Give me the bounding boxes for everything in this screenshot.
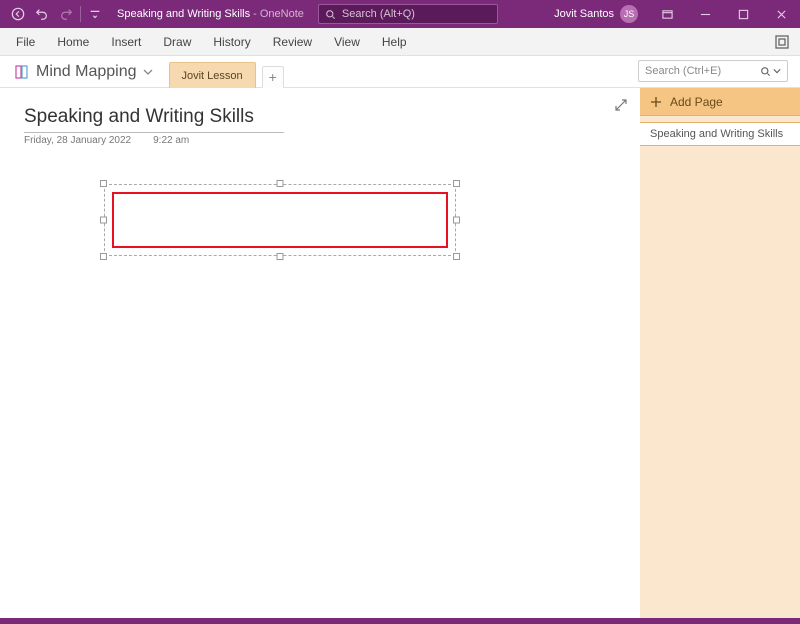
app-name-suffix: - OneNote <box>250 8 304 20</box>
menu-review[interactable]: Review <box>273 35 312 49</box>
menu-home[interactable]: Home <box>57 35 89 49</box>
resize-handle-bl[interactable] <box>100 253 107 260</box>
resize-handle-tm[interactable] <box>277 180 284 187</box>
chevron-down-icon <box>143 67 153 77</box>
selected-object-container[interactable] <box>100 180 460 260</box>
chevron-down-icon <box>773 67 781 75</box>
ribbon-display-button[interactable] <box>648 0 686 28</box>
menu-bar: File Home Insert Draw History Review Vie… <box>0 28 800 56</box>
page-search-input[interactable]: Search (Ctrl+E) <box>638 60 788 82</box>
page-list-item-label: Speaking and Writing Skills <box>650 128 783 140</box>
notebook-name: Mind Mapping <box>36 63 137 81</box>
resize-handle-br[interactable] <box>453 253 460 260</box>
collapse-ribbon-button[interactable] <box>774 34 790 50</box>
search-icon <box>760 66 771 77</box>
menu-history[interactable]: History <box>213 35 250 49</box>
menu-insert[interactable]: Insert <box>111 35 141 49</box>
window-title: Speaking and Writing Skills - OneNote <box>117 8 304 20</box>
document-title: Speaking and Writing Skills <box>117 8 250 20</box>
add-page-label: Add Page <box>670 95 723 109</box>
resize-handle-tl[interactable] <box>100 180 107 187</box>
undo-button[interactable] <box>30 0 54 28</box>
resize-handle-tr[interactable] <box>453 180 460 187</box>
title-underline <box>24 132 284 133</box>
resize-handle-ml[interactable] <box>100 217 107 224</box>
menu-view[interactable]: View <box>334 35 360 49</box>
rectangle-shape[interactable] <box>112 192 448 248</box>
page-time[interactable]: 9:22 am <box>153 135 189 146</box>
page-search-placeholder: Search (Ctrl+E) <box>645 65 721 77</box>
close-button[interactable] <box>762 0 800 28</box>
title-bar: Speaking and Writing Skills - OneNote Se… <box>0 0 800 28</box>
qat-customize-button[interactable] <box>83 0 107 28</box>
section-tab-row: Mind Mapping Jovit Lesson + Search (Ctrl… <box>0 56 800 88</box>
maximize-button[interactable] <box>724 0 762 28</box>
section-tab-label: Jovit Lesson <box>182 70 243 82</box>
add-page-button[interactable]: Add Page <box>640 88 800 116</box>
avatar[interactable]: JS <box>620 5 638 23</box>
notebook-icon <box>14 64 30 80</box>
page-date[interactable]: Friday, 28 January 2022 <box>24 135 131 146</box>
resize-handle-mr[interactable] <box>453 217 460 224</box>
resize-handle-bm[interactable] <box>277 253 284 260</box>
redo-button[interactable] <box>54 0 78 28</box>
expand-canvas-button[interactable] <box>614 98 628 112</box>
search-placeholder: Search (Alt+Q) <box>342 8 415 20</box>
page-title[interactable]: Speaking and Writing Skills <box>24 106 284 128</box>
section-tab-active[interactable]: Jovit Lesson <box>169 62 256 88</box>
menu-draw[interactable]: Draw <box>163 35 191 49</box>
search-icon <box>325 9 336 20</box>
back-button[interactable] <box>6 0 30 28</box>
add-section-button[interactable]: + <box>262 66 284 88</box>
page-list-item[interactable]: Speaking and Writing Skills <box>640 122 800 146</box>
menu-help[interactable]: Help <box>382 35 407 49</box>
global-search-input[interactable]: Search (Alt+Q) <box>318 4 498 24</box>
bottom-frame <box>0 618 800 624</box>
minimize-button[interactable] <box>686 0 724 28</box>
menu-file[interactable]: File <box>16 35 35 49</box>
username-label[interactable]: Jovit Santos <box>554 8 620 20</box>
notebook-dropdown[interactable]: Mind Mapping <box>14 63 163 87</box>
page-list-panel: Add Page Speaking and Writing Skills <box>640 88 800 624</box>
page-canvas[interactable]: Speaking and Writing Skills Friday, 28 J… <box>0 88 640 624</box>
plus-icon <box>650 96 662 108</box>
